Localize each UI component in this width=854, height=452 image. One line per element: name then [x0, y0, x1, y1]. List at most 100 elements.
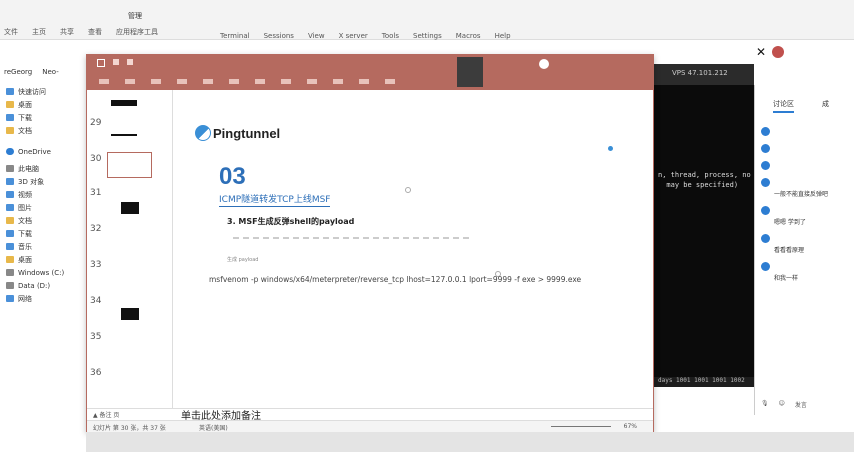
sidebar-item-videos[interactable]: 视频 [0, 189, 84, 200]
ribbon-tab[interactable] [177, 78, 187, 84]
avatar [761, 206, 770, 215]
ribbon-tab-file[interactable]: 文件 [4, 27, 18, 37]
ribbon-tab[interactable] [203, 78, 213, 84]
avatar [761, 144, 770, 153]
chat-message [761, 144, 854, 153]
avatar [761, 234, 770, 243]
terminal-pane[interactable]: n, thread, process, no may be specified) [648, 85, 754, 385]
address-tab-neo[interactable]: Neo- [42, 68, 58, 76]
sidebar-item-onedrive[interactable]: OneDrive [0, 146, 84, 157]
sidebar-item-documents-2[interactable]: 文档 [0, 215, 84, 226]
computer-icon [6, 165, 14, 172]
notes-toggle[interactable]: ▲ 备注 页 [93, 410, 119, 419]
step-heading: 3. MSF生成反弹shell的payload [227, 217, 355, 226]
thumbnail-preview[interactable] [121, 308, 139, 320]
folder-icon [6, 256, 14, 263]
user-avatar[interactable] [457, 57, 483, 87]
sidebar-item-this-pc[interactable]: 此电脑 [0, 163, 84, 174]
menu-help[interactable]: Help [495, 32, 511, 40]
menu-sessions[interactable]: Sessions [264, 32, 294, 40]
menu-macros[interactable]: Macros [456, 32, 481, 40]
redo-icon[interactable] [127, 59, 133, 65]
ribbon-tab-view[interactable]: 查看 [88, 27, 102, 37]
ribbon-tab[interactable] [307, 78, 317, 84]
thumbnail-preview [111, 134, 137, 136]
ribbon-tab[interactable] [99, 78, 109, 84]
sidebar-item-network[interactable]: 网络 [0, 293, 84, 304]
thumbnail-number: 32 [90, 224, 102, 234]
menu-settings[interactable]: Settings [413, 32, 442, 40]
sidebar-item-drive-c[interactable]: Windows (C:) [0, 267, 84, 278]
status-bar: 幻灯片 第 30 张，共 37 张 英语(美国) 67% [87, 420, 653, 432]
terminal-status-bar: days 1001 1001 1001 1002 [648, 377, 754, 387]
thumbnail-selected[interactable] [107, 152, 152, 178]
terminal-line: may be specified) [658, 181, 739, 189]
share-icon[interactable] [539, 59, 549, 69]
mic-icon[interactable]: 🎙 [761, 400, 769, 409]
send-button[interactable]: 发言 [795, 400, 807, 409]
thumbnail-number: 30 [90, 154, 102, 164]
sidebar-item-3d-objects[interactable]: 3D 对象 [0, 176, 84, 187]
sidebar-item-music[interactable]: 音乐 [0, 241, 84, 252]
ribbon-tab[interactable] [255, 78, 265, 84]
sidebar-item-downloads[interactable]: 下载 [0, 112, 84, 123]
menu-view[interactable]: View [308, 32, 325, 40]
chat-message: 看看看原理 [761, 234, 854, 254]
slide-canvas[interactable]: Pingtunnel 03 ICMP隧道转发TCP上线MSF 3. MSF生成反… [183, 119, 623, 369]
notes-pane[interactable]: ▲ 备注 页 单击此处添加备注 [87, 408, 653, 422]
tab-members[interactable]: 成 [822, 99, 829, 113]
chat-message: 嗯嗯 学到了 [761, 206, 854, 226]
address-tab-regeorg[interactable]: reGeorg [4, 68, 32, 76]
zoom-level[interactable]: 67% [624, 423, 637, 430]
picture-icon [6, 204, 14, 211]
tab-discussion[interactable]: 讨论区 [773, 99, 794, 113]
menu-xserver[interactable]: X server [339, 32, 368, 40]
ribbon-tab[interactable] [281, 78, 291, 84]
thumbnail-preview[interactable] [121, 202, 139, 214]
ribbon-tab[interactable] [229, 78, 239, 84]
save-icon[interactable] [97, 59, 105, 67]
thumbnail-number: 36 [90, 368, 102, 378]
document-icon [6, 217, 14, 224]
sidebar-item-quick-access[interactable]: 快速访问 [0, 86, 84, 97]
ribbon-tab[interactable] [333, 78, 343, 84]
ribbon-tab-share[interactable]: 共享 [60, 27, 74, 37]
logo-icon [195, 125, 211, 141]
explorer-title: 管理 [128, 12, 142, 20]
record-icon[interactable] [772, 46, 785, 58]
menu-terminal[interactable]: Terminal [220, 32, 250, 40]
desk-background [86, 432, 854, 452]
sidebar-item-drive-d[interactable]: Data (D:) [0, 280, 84, 291]
undo-icon[interactable] [113, 59, 119, 65]
sidebar-item-desktop[interactable]: 桌面 [0, 99, 84, 110]
avatar [761, 161, 770, 170]
menu-tools[interactable]: Tools [382, 32, 399, 40]
explorer-address-tabs: reGeorg Neo- [4, 68, 59, 76]
chat-message [761, 161, 854, 170]
chat-message: 和我一样 [761, 262, 854, 282]
chat-input-bar: 🎙 ☺ 发言 [761, 400, 807, 409]
ribbon-tab[interactable] [359, 78, 369, 84]
thumbnail-number: 31 [90, 188, 102, 198]
explorer-ribbon-tabs: 文件 主页 共享 查看 应用程序工具 [4, 27, 158, 37]
zoom-slider[interactable] [551, 426, 611, 427]
cloud-icon [6, 148, 14, 155]
sidebar-item-downloads-2[interactable]: 下载 [0, 228, 84, 239]
emoji-icon[interactable]: ☺ [779, 400, 785, 409]
section-title: ICMP隧道转发TCP上线MSF [219, 192, 331, 207]
ribbon-tab-home[interactable]: 主页 [32, 27, 46, 37]
ribbon-tab[interactable] [385, 78, 395, 84]
msfvenom-command: msfvenom -p windows/x64/meterpreter/reve… [209, 275, 582, 284]
star-icon [6, 88, 14, 95]
corner-logo-icon [608, 146, 613, 151]
close-icon[interactable]: ✕ [756, 45, 766, 59]
sidebar-item-pictures[interactable]: 图片 [0, 202, 84, 213]
pingtunnel-logo: Pingtunnel [195, 125, 280, 141]
ribbon-tab[interactable] [151, 78, 161, 84]
terminal-tab[interactable]: VPS 47.101.212 [648, 64, 754, 85]
sidebar-item-documents[interactable]: 文档 [0, 125, 84, 136]
sidebar-item-desktop-2[interactable]: 桌面 [0, 254, 84, 265]
language-indicator[interactable]: 英语(美国) [199, 423, 228, 432]
ribbon-tab-app-tools[interactable]: 应用程序工具 [116, 27, 158, 37]
ribbon-tab[interactable] [125, 78, 135, 84]
